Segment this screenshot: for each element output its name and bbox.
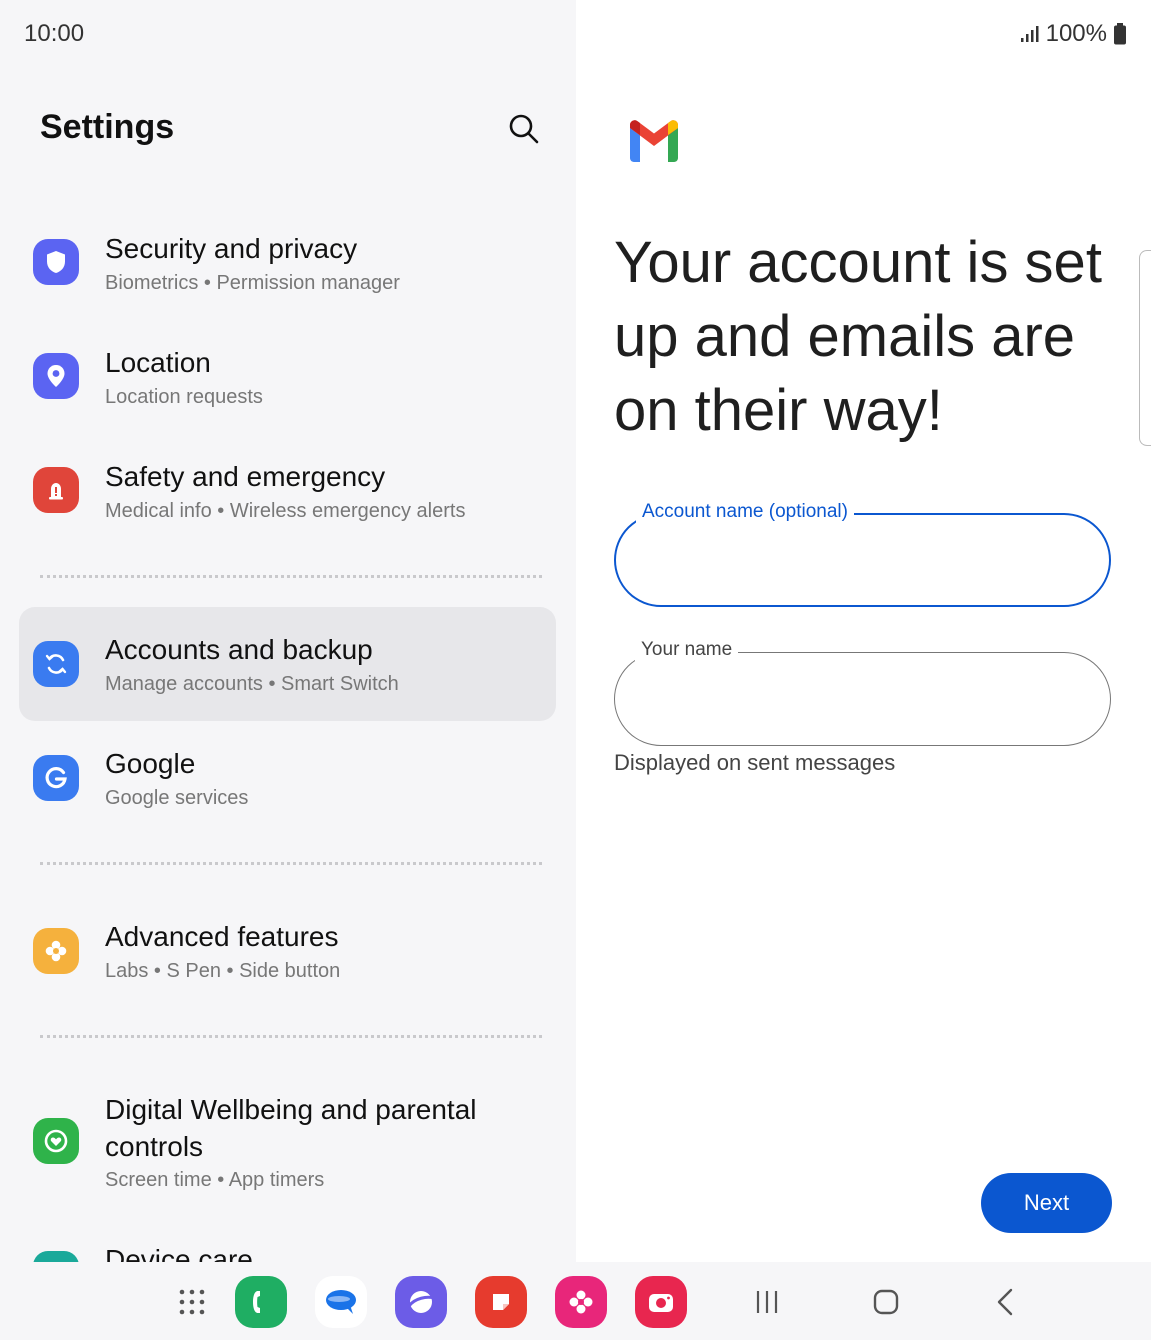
settings-item-advanced-features[interactable]: Advanced features Labs • S Pen • Side bu…	[19, 894, 556, 1008]
item-subtitle: Biometrics • Permission manager	[105, 272, 400, 294]
item-subtitle: Screen time • App timers	[105, 1169, 325, 1191]
item-title: Safety and emergency	[105, 461, 386, 492]
settings-item-device-care[interactable]: Device care	[19, 1217, 556, 1262]
home-icon	[873, 1289, 899, 1315]
notes-icon	[493, 1294, 509, 1310]
gmail-setup-pane: 100% Your account is set up and emails a…	[576, 0, 1151, 1262]
item-title: Location	[105, 347, 211, 378]
recent-apps-icon	[756, 1291, 778, 1313]
item-subtitle: Location requests	[105, 386, 263, 408]
apps-grid-button[interactable]	[166, 1276, 218, 1328]
headline: Your account is set up and emails are on…	[614, 230, 1102, 443]
google-icon	[33, 755, 79, 801]
item-title: Google	[105, 748, 196, 779]
your-name-field[interactable]: Your name	[614, 639, 1111, 746]
status-time: 10:00	[24, 20, 85, 47]
settings-item-google[interactable]: Google Google services	[19, 721, 556, 835]
screen: 10:00 Settings Security and privacy Biom…	[0, 0, 1151, 1340]
gmail-logo-icon	[630, 120, 678, 162]
taskbar	[0, 1262, 1151, 1340]
item-title: Accounts and backup	[105, 634, 373, 665]
item-title: Advanced features	[105, 921, 339, 952]
device-care-icon	[33, 1251, 79, 1262]
edge-panel-handle[interactable]	[1139, 250, 1151, 446]
apps-grid-icon	[179, 1289, 205, 1315]
status-indicators: 100%	[1020, 20, 1127, 48]
signal-icon	[1020, 26, 1039, 42]
account-name-input[interactable]	[642, 541, 1082, 581]
shield-icon	[33, 239, 79, 285]
item-subtitle: Labs • S Pen • Side button	[105, 960, 341, 982]
search-button[interactable]	[504, 110, 542, 148]
divider	[40, 1035, 542, 1038]
back-icon	[997, 1288, 1013, 1316]
settings-item-location[interactable]: Location Location requests	[19, 320, 556, 434]
internet-app[interactable]	[395, 1276, 447, 1328]
item-subtitle: Medical info • Wireless emergency alerts	[105, 500, 466, 522]
messages-app[interactable]	[315, 1276, 367, 1328]
page-title: Settings	[40, 108, 175, 146]
advanced-features-icon	[33, 928, 79, 974]
sync-icon	[33, 641, 79, 687]
settings-item-safety-and-emergency[interactable]: Safety and emergency Medical info • Wire…	[19, 434, 556, 548]
gallery-icon	[569, 1290, 593, 1314]
item-subtitle: Google services	[105, 787, 249, 809]
gallery-app[interactable]	[555, 1276, 607, 1328]
your-name-helper-text: Displayed on sent messages	[614, 750, 896, 775]
internet-icon	[407, 1291, 435, 1313]
item-title: Security and privacy	[105, 233, 358, 264]
home-button[interactable]	[860, 1276, 912, 1328]
back-button[interactable]	[980, 1276, 1032, 1328]
divider	[40, 862, 542, 865]
item-title: Digital Wellbeing and parental controls	[105, 1094, 477, 1162]
search-icon	[509, 114, 539, 144]
phone-app[interactable]	[235, 1276, 287, 1328]
divider	[40, 575, 542, 578]
emergency-icon	[33, 467, 79, 513]
your-name-input[interactable]	[641, 679, 1081, 719]
item-title: Device care	[105, 1244, 253, 1262]
wellbeing-icon	[33, 1118, 79, 1164]
item-subtitle: Manage accounts • Smart Switch	[105, 673, 399, 695]
settings-item-accounts-and-backup[interactable]: Accounts and backup Manage accounts • Sm…	[19, 607, 556, 721]
account-name-field[interactable]: Account name (optional)	[614, 501, 1111, 607]
battery-icon	[1114, 23, 1126, 45]
recent-apps-button[interactable]	[741, 1276, 793, 1328]
your-name-label: Your name	[635, 639, 739, 661]
notes-app[interactable]	[475, 1276, 527, 1328]
account-name-label: Account name (optional)	[636, 501, 854, 523]
location-pin-icon	[33, 353, 79, 399]
camera-app[interactable]	[635, 1276, 687, 1328]
settings-pane: 10:00 Settings Security and privacy Biom…	[0, 0, 576, 1262]
camera-icon	[649, 1294, 673, 1312]
settings-item-digital-wellbeing[interactable]: Digital Wellbeing and parental controls …	[19, 1067, 556, 1217]
battery-level: 100%	[1045, 20, 1107, 47]
next-button[interactable]: Next	[981, 1173, 1112, 1233]
phone-icon	[253, 1291, 260, 1313]
messages-icon	[326, 1290, 356, 1314]
settings-item-security-and-privacy[interactable]: Security and privacy Biometrics • Permis…	[19, 206, 556, 320]
